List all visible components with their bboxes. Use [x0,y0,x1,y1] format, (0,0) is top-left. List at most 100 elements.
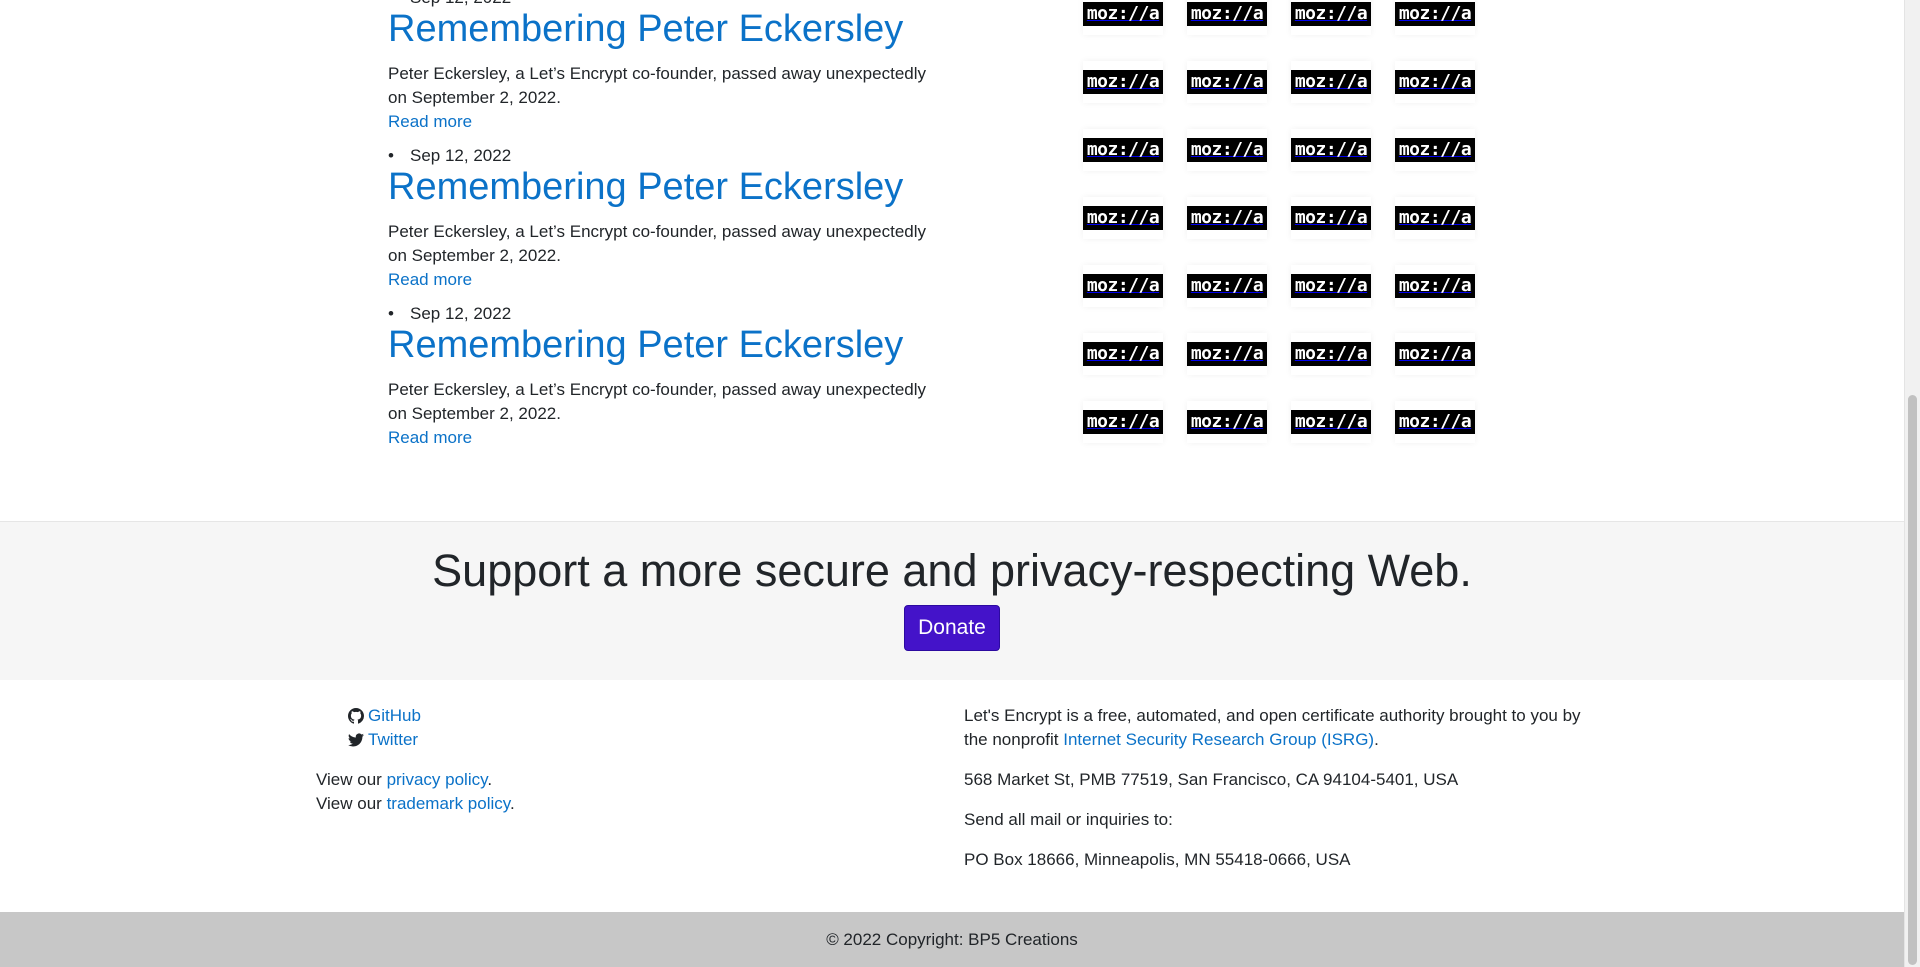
site-footer: GitHub Twitter View our privacy policy. … [0,680,1904,912]
mozilla-logo-link[interactable]: moz://a [1083,129,1163,171]
post-summary: Peter Eckersley, a Let’s Encrypt co-foun… [388,380,926,423]
mozilla-logo-link[interactable]: moz://a [1083,265,1163,307]
mozilla-logo: moz://a [1395,410,1475,434]
mozilla-logo: moz://a [1187,2,1267,26]
mozilla-logo: moz://a [1083,410,1163,434]
mozilla-logo: moz://a [1083,274,1163,298]
about-text: Let's Encrypt is a free, automated, and … [964,704,1584,752]
mozilla-logo-link[interactable]: moz://a [1187,333,1267,375]
mozilla-logo: moz://a [1291,2,1371,26]
mozilla-logo: moz://a [1395,2,1475,26]
sponsor-logo-grid: moz://a moz://a moz://a moz://a moz://a moz:/… [1083,0,1483,469]
mozilla-logo-link[interactable]: moz://a [1291,333,1371,375]
mozilla-logo-link[interactable]: moz://a [1187,401,1267,443]
mozilla-logo: moz://a [1395,206,1475,230]
mozilla-logo: moz://a [1291,342,1371,366]
scrollbar-thumb[interactable] [1908,395,1917,965]
news-item: Sep 12, 2022 Remembering Peter Eckersley… [388,0,948,144]
privacy-line: View our privacy policy. [316,768,515,792]
mozilla-logo-link[interactable]: moz://a [1395,333,1475,375]
mozilla-logo: moz://a [1187,342,1267,366]
social-links: GitHub Twitter [348,704,421,752]
mozilla-logo-link[interactable]: moz://a [1187,129,1267,171]
mozilla-logo: moz://a [1395,138,1475,162]
mozilla-logo-link[interactable]: moz://a [1083,401,1163,443]
mozilla-logo-link[interactable]: moz://a [1291,0,1371,35]
isrg-link[interactable]: Internet Security Research Group (ISRG) [1063,730,1374,749]
support-heading: Support a more secure and privacy-respec… [432,545,1472,596]
sponsor-row: moz://a moz://a moz://a moz://a [1083,0,1483,61]
mozilla-logo-link[interactable]: moz://a [1083,0,1163,35]
mozilla-logo-link[interactable]: moz://a [1187,265,1267,307]
news-item: Sep 12, 2022 Remembering Peter Eckersley… [388,144,948,302]
period-text: . [487,770,493,789]
news-list: Sep 12, 2022 Remembering Peter Eckersley… [388,0,948,460]
read-more-link[interactable]: Read more [388,110,472,134]
mozilla-logo: moz://a [1083,2,1163,26]
mozilla-logo-link[interactable]: moz://a [1291,197,1371,239]
view-our-text: View our [316,770,387,789]
github-item: GitHub [348,704,421,728]
mozilla-logo-link[interactable]: moz://a [1291,129,1371,171]
post-title-link[interactable]: Remembering Peter Eckersley [388,6,903,52]
sponsor-row: moz://a moz://a moz://a moz://a [1083,265,1483,333]
sponsor-row: moz://a moz://a moz://a moz://a [1083,197,1483,265]
mozilla-logo: moz://a [1187,274,1267,298]
mozilla-logo: moz://a [1395,274,1475,298]
mozilla-logo-link[interactable]: moz://a [1187,61,1267,103]
mozilla-logo: moz://a [1187,206,1267,230]
read-more-link[interactable]: Read more [388,268,472,292]
mozilla-logo: moz://a [1187,138,1267,162]
trademark-line: View our trademark policy. [316,792,515,816]
mozilla-logo-link[interactable]: moz://a [1083,333,1163,375]
mozilla-logo: moz://a [1395,342,1475,366]
mozilla-logo-link[interactable]: moz://a [1395,401,1475,443]
mozilla-logo: moz://a [1083,342,1163,366]
post-title-link[interactable]: Remembering Peter Eckersley [388,322,903,368]
mozilla-logo-link[interactable]: moz://a [1291,401,1371,443]
post-summary: Peter Eckersley, a Let’s Encrypt co-foun… [388,64,926,107]
mozilla-logo: moz://a [1291,410,1371,434]
mozilla-logo-link[interactable]: moz://a [1291,265,1371,307]
mozilla-logo-link[interactable]: moz://a [1395,197,1475,239]
mozilla-logo-link[interactable]: moz://a [1187,0,1267,35]
period-text: . [1374,730,1379,749]
sponsor-row: moz://a moz://a moz://a moz://a [1083,129,1483,197]
mozilla-logo: moz://a [1083,138,1163,162]
mozilla-logo-link[interactable]: moz://a [1395,129,1475,171]
support-banner: Support a more secure and privacy-respec… [0,521,1904,681]
twitter-link[interactable]: Twitter [368,728,418,752]
mozilla-logo: moz://a [1083,70,1163,94]
sponsor-row: moz://a moz://a moz://a moz://a [1083,401,1483,469]
mozilla-logo: moz://a [1291,206,1371,230]
sponsor-row: moz://a moz://a moz://a moz://a [1083,61,1483,129]
mozilla-logo: moz://a [1395,70,1475,94]
mozilla-logo-link[interactable]: moz://a [1083,197,1163,239]
trademark-policy-link[interactable]: trademark policy [387,794,510,813]
github-link[interactable]: GitHub [368,704,421,728]
post-title-link[interactable]: Remembering Peter Eckersley [388,164,903,210]
mozilla-logo-link[interactable]: moz://a [1395,0,1475,35]
mozilla-logo: moz://a [1187,70,1267,94]
mozilla-logo-link[interactable]: moz://a [1187,197,1267,239]
mozilla-logo: moz://a [1291,274,1371,298]
read-more-link[interactable]: Read more [388,426,472,450]
mozilla-logo: moz://a [1187,410,1267,434]
mozilla-logo-link[interactable]: moz://a [1083,61,1163,103]
donate-button[interactable]: Donate [904,605,1000,651]
page: Sep 12, 2022 Remembering Peter Eckersley… [0,0,1904,967]
period-text: . [510,794,515,813]
vertical-scrollbar[interactable] [1904,0,1920,967]
github-icon [348,708,364,724]
mozilla-logo-link[interactable]: moz://a [1395,265,1475,307]
copyright-bar: © 2022 Copyright: BP5 Creations [0,912,1904,967]
sponsor-row: moz://a moz://a moz://a moz://a [1083,333,1483,401]
twitter-item: Twitter [348,728,421,752]
mozilla-logo: moz://a [1291,138,1371,162]
po-box-address: PO Box 18666, Minneapolis, MN 55418-0666… [964,850,1351,869]
policy-links: View our privacy policy. View our tradem… [316,768,515,816]
privacy-policy-link[interactable]: privacy policy [387,770,488,789]
mozilla-logo-link[interactable]: moz://a [1291,61,1371,103]
about-block: Let's Encrypt is a free, automated, and … [964,704,1584,872]
mozilla-logo-link[interactable]: moz://a [1395,61,1475,103]
